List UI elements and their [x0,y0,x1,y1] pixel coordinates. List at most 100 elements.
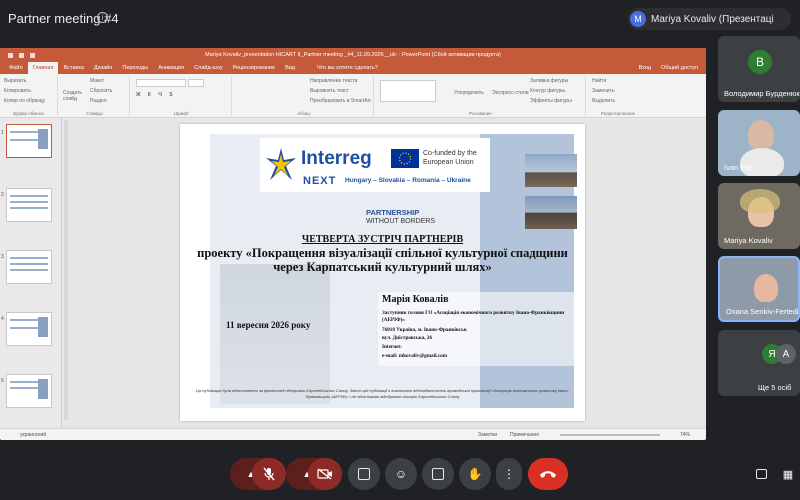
participant-tile[interactable]: Ivan Pop [718,110,800,176]
slide-thumbnail[interactable] [6,312,52,346]
reset-button[interactable]: Сбросить [90,88,112,94]
hand-icon: ✋ [467,467,483,481]
quick-styles-button[interactable]: Экспресс-стили [492,90,529,96]
sign-in-link[interactable]: Вход [639,62,651,74]
group-paragraph: Направление текста Выровнять текст Преоб… [234,76,374,116]
activities-button[interactable]: ▦ [776,458,800,490]
shape-outline-button[interactable]: Контур фигуры [530,88,565,94]
eu-disclaimer: Ця публікація була підготовлена за фінан… [196,388,569,399]
info-icon[interactable]: i [97,12,108,23]
replace-button[interactable]: Заменить [592,88,614,94]
participant-tile[interactable]: Mariya Kovaliv [718,183,800,249]
camera-off-button[interactable] [308,458,342,490]
thumb-number: 2 [1,192,4,198]
ribbon-home: Вырезать Копировать Копир по образцу Буф… [0,74,706,118]
interreg-star-logo [266,148,296,180]
share-button[interactable]: Общий доступ [661,62,698,74]
font-name-select[interactable] [136,79,186,87]
slide-thumbnail[interactable] [6,250,52,284]
thumb-number: 3 [1,254,4,260]
tab-insert[interactable]: Вставка [58,62,88,74]
chat-button[interactable] [748,458,774,490]
cut-button[interactable]: Вырезать [4,78,26,84]
more-options-button[interactable]: ⋮ [496,458,522,490]
town-hall-photo [525,196,577,229]
smartart-button[interactable]: Преобразовать в SmartArt [310,98,371,104]
group-font: Ж К Ч S Шрифт [132,76,232,116]
participant-tile[interactable]: В Володимир Бурденюк [718,36,800,102]
address-line-1: 76018 Україна, м. Івано-Франківськ [382,327,467,333]
raise-hand-button[interactable]: ✋ [459,458,491,490]
meeting-topbar: Partner meeting #4 i M Mariya Kovaliv (П… [0,0,800,36]
thumb-number: 4 [1,316,4,322]
countries-text: Hungary – Slovakia – Romania – Ukraine [345,177,471,184]
ppt-titlebar: Mariya Kovaliv_presentation HICART II_Pa… [0,48,706,62]
mic-off-icon [263,467,275,481]
find-button[interactable]: Найти [592,78,606,84]
tell-me-search[interactable]: Что вы хотите сделать? [312,62,383,74]
tab-review[interactable]: Рецензирование [228,62,280,74]
more-participants-label: Ще 5 осіб [758,383,792,392]
building-illustration [220,264,330,404]
arrange-button[interactable]: Упорядочить [454,90,484,96]
font-style-buttons[interactable]: Ж К Ч S [136,92,176,98]
slide-thumbnail[interactable] [6,374,52,408]
partnership-text: PARTNERSHIP [366,208,420,217]
participant-tile[interactable]: Oxana Senkiv-Fertedi [718,256,800,322]
group-slides: Создать слайд Макет Сбросить Раздел Слай… [60,76,130,116]
tab-slideshow[interactable]: Слайд-шоу [189,62,228,74]
ppt-window-title: Mariya Kovaliv_presentation HICART II_Pa… [205,52,501,58]
hang-up-icon [540,471,556,478]
leave-call-button[interactable] [528,458,568,490]
present-screen-button[interactable] [348,458,380,490]
align-text-button[interactable]: Выровнять текст [310,88,349,94]
tab-view[interactable]: Вид [280,62,300,74]
format-painter-button[interactable]: Копир по образцу [4,98,45,104]
editing-group-label: Редактирование [600,111,636,116]
grid-icon: ▦ [782,468,794,481]
mic-off-button[interactable] [252,458,286,490]
participant-hair [740,189,780,213]
slide-thumbnail[interactable] [6,124,52,158]
shared-powerpoint-window: Mariya Kovaliv_presentation HICART II_Pa… [0,48,706,440]
comments-button[interactable]: Примечания [510,432,539,438]
slide-thumbnails-pane[interactable]: 1 2 3 4 5 [0,118,62,428]
font-size-select[interactable] [188,79,204,87]
new-slide-button[interactable]: Создать слайд [63,90,85,102]
emoji-button[interactable]: ☺ [385,458,417,490]
tab-design[interactable]: Дизайн [89,62,118,74]
slide-heading: ЧЕТВЕРТА ЗУСТРІЧ ПАРТНЕРІВ [301,234,464,245]
shapes-gallery[interactable] [380,80,436,102]
clipboard-group-label: Буфер обмена [13,111,44,116]
tab-home[interactable]: Главная [27,62,59,74]
meeting-controls: ▲ ▲ ☺ ✋ ⋮ ▦ [0,450,800,500]
thumbnails-scrollbar[interactable] [64,120,68,420]
shape-effects-button[interactable]: Эффекты фигуры [530,98,572,104]
notes-button[interactable]: Заметки [478,432,497,438]
layout-button[interactable]: Макет [90,78,104,84]
slide-thumbnail[interactable] [6,188,52,222]
slide-canvas[interactable]: Interreg Co-funded by the European Union… [180,124,585,421]
tab-file[interactable]: Файл [4,62,28,74]
eu-cofunded-text: Co-funded by the European Union [423,150,477,166]
captions-button[interactable] [422,458,454,490]
language-indicator[interactable]: украинский [20,432,46,438]
participant-video [748,120,774,150]
tab-transitions[interactable]: Переходы [117,62,153,74]
presenter-avatar: M [630,11,646,27]
section-button[interactable]: Раздел [90,98,107,104]
zoom-level[interactable]: 74% [680,432,690,438]
more-participants-tile[interactable]: Я A Ще 5 осіб [718,330,800,396]
zoom-slider[interactable] [560,434,660,436]
group-drawing: Упорядочить Экспресс-стили Заливка фигур… [376,76,586,116]
text-direction-button[interactable]: Направление текста [310,78,357,84]
shape-fill-button[interactable]: Заливка фигуры [530,78,568,84]
select-button[interactable]: Выделить [592,98,615,104]
drawing-group-label: Рисование [469,111,492,116]
camera-off-icon [317,468,332,480]
copy-button[interactable]: Копировать [4,88,31,94]
add-person-icon[interactable] [773,10,791,28]
internet-label: Internet: [382,344,402,350]
presenter-chip[interactable]: M Mariya Kovaliv (Презентація) [628,8,791,30]
tab-animations[interactable]: Анимация [153,62,189,74]
